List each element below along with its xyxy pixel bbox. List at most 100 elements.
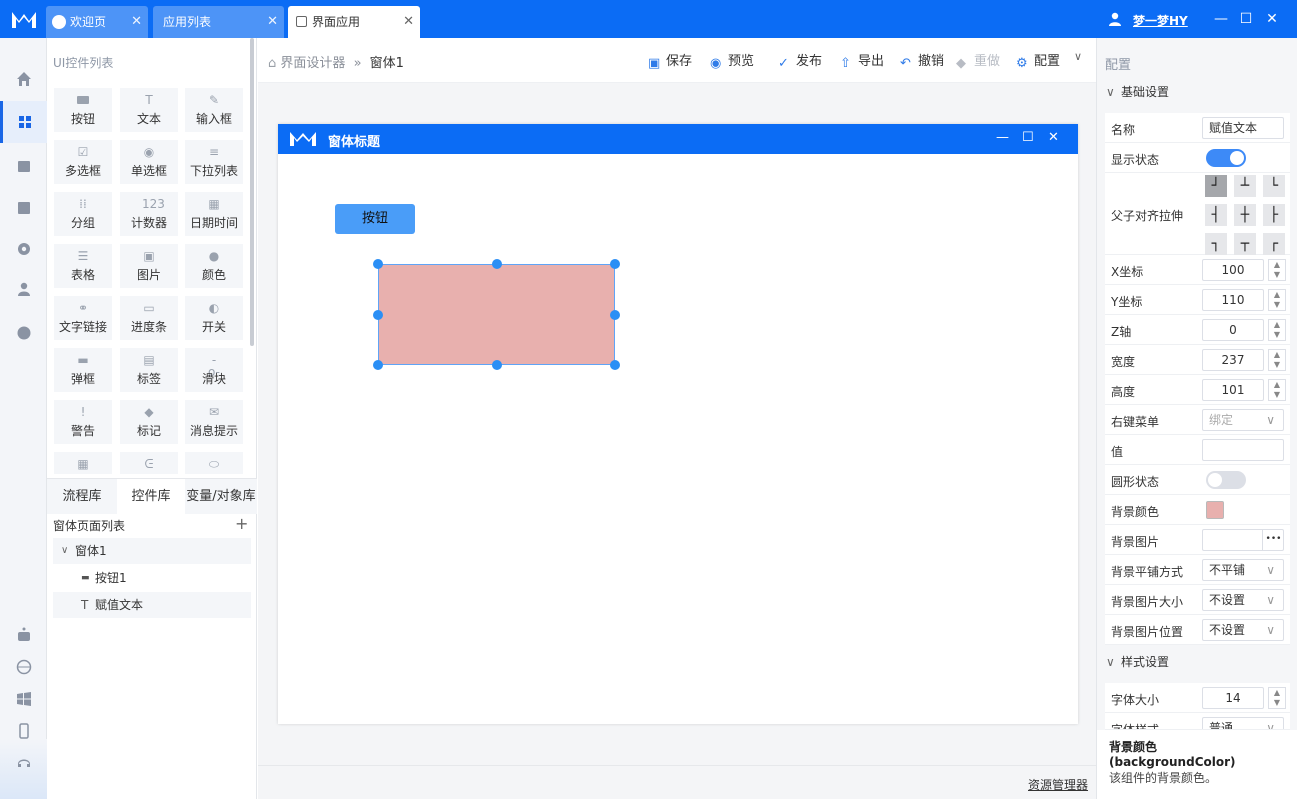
context-menu-select[interactable]: 绑定 ∨: [1202, 409, 1284, 431]
store-nav-button[interactable]: [0, 144, 47, 186]
widget-table-list[interactable]: ☰ 表格: [54, 244, 112, 288]
z-stepper[interactable]: ▲ ▼: [1268, 319, 1286, 341]
maximize-icon[interactable]: ☐: [1238, 11, 1254, 27]
x-stepper[interactable]: ▲ ▼: [1268, 259, 1286, 281]
resize-handle[interactable]: [610, 309, 620, 320]
widget-group-dots[interactable]: ⁞⁞ 分组: [54, 192, 112, 236]
widget-radio[interactable]: ◉ 单选框: [120, 140, 178, 184]
widget-counter-123[interactable]: 123 计数器: [120, 192, 178, 236]
font-size-input[interactable]: 14: [1202, 687, 1264, 709]
apps-nav-button[interactable]: [0, 101, 47, 143]
more-dots-icon[interactable]: •••: [1262, 529, 1284, 551]
close-tab-icon[interactable]: ✕: [403, 6, 414, 38]
task-nav-button[interactable]: [0, 186, 47, 228]
visible-toggle[interactable]: [1206, 149, 1246, 167]
tab-widget-library[interactable]: 控件库: [117, 479, 185, 515]
tab-welcome[interactable]: 欢迎页 ✕: [46, 6, 148, 38]
font-size-stepper[interactable]: ▲ ▼: [1268, 687, 1286, 709]
widget-link[interactable]: ⚭ 文字链接: [54, 296, 112, 340]
resize-handle[interactable]: [373, 309, 383, 320]
form-window[interactable]: 窗体标题 — ☐ ✕ 按钮: [278, 124, 1078, 724]
close-tab-icon[interactable]: ✕: [131, 6, 142, 38]
settings-nav-button[interactable]: [0, 228, 47, 270]
align-cell[interactable]: ┘: [1205, 175, 1227, 197]
export-button[interactable]: ⇧ 导出: [840, 50, 884, 71]
close-tab-icon[interactable]: ✕: [267, 6, 278, 38]
width-input[interactable]: 237: [1202, 349, 1264, 371]
widget-button[interactable]: 按钮: [54, 88, 112, 132]
resize-handle[interactable]: [491, 360, 502, 370]
widget-panel-scrollbar[interactable]: [250, 38, 254, 346]
resize-handle[interactable]: [610, 360, 620, 370]
align-cell[interactable]: ┌: [1263, 233, 1285, 255]
bg-size-select[interactable]: 不设置 ∨: [1202, 589, 1284, 611]
save-button[interactable]: ▣ 保存: [648, 50, 692, 71]
widget-tag[interactable]: ◆ 标记: [120, 400, 178, 444]
close-window-icon[interactable]: ✕: [1264, 11, 1280, 27]
widget-text-T[interactable]: T 文本: [120, 88, 178, 132]
widget-tree[interactable]: ᕮ: [120, 452, 178, 474]
widget-grid[interactable]: ▦: [54, 452, 112, 474]
widget-dialog[interactable]: ▬ 弹框: [54, 348, 112, 392]
resize-handle[interactable]: [373, 360, 383, 370]
bg-repeat-select[interactable]: 不平铺 ∨: [1202, 559, 1284, 581]
resize-handle[interactable]: [373, 259, 383, 269]
bg-position-select[interactable]: 不设置 ∨: [1202, 619, 1284, 641]
widget-label[interactable]: ▤ 标签: [120, 348, 178, 392]
preview-button[interactable]: ◉ 预览: [710, 50, 754, 71]
minimize-icon[interactable]: —: [1213, 11, 1229, 27]
maximize-icon[interactable]: ☐: [1022, 130, 1034, 145]
widget-pen[interactable]: ✎ 输入框: [185, 88, 243, 132]
undo-button[interactable]: ↶ 撤销: [900, 50, 944, 71]
align-cell[interactable]: ├: [1263, 204, 1285, 226]
y-stepper[interactable]: ▲ ▼: [1268, 289, 1286, 311]
widget-calendar[interactable]: ▦ 日期时间: [185, 192, 243, 236]
align-cell[interactable]: ┴: [1234, 175, 1256, 197]
home-icon[interactable]: ⌂: [268, 56, 276, 71]
align-cell[interactable]: ┤: [1205, 204, 1227, 226]
minimize-icon[interactable]: —: [996, 130, 1009, 145]
chevron-down-icon[interactable]: ∨: [1074, 50, 1082, 63]
tree-item-text[interactable]: T 赋值文本: [53, 592, 251, 618]
redo-button[interactable]: ◆ 重做: [956, 50, 1000, 71]
widget-palette[interactable]: ● 颜色: [185, 244, 243, 288]
canvas-text-widget-selected[interactable]: [378, 264, 615, 365]
x-input[interactable]: 100: [1202, 259, 1264, 281]
widget-mouse[interactable]: ⬭: [185, 452, 243, 474]
height-input[interactable]: 101: [1202, 379, 1264, 401]
config-button[interactable]: ⚙ 配置: [1016, 50, 1060, 71]
bg-color-swatch[interactable]: [1206, 501, 1224, 519]
canvas-button-widget[interactable]: 按钮: [335, 204, 415, 234]
align-cell[interactable]: ┐: [1205, 233, 1227, 255]
widget-dropdown-list[interactable]: ≡ 下拉列表: [185, 140, 243, 184]
resize-handle[interactable]: [610, 259, 620, 269]
width-stepper[interactable]: ▲ ▼: [1268, 349, 1286, 371]
support-nav-button[interactable]: [0, 742, 47, 784]
section-basic-settings[interactable]: ∨ 基础设置: [1097, 80, 1297, 104]
height-stepper[interactable]: ▲ ▼: [1268, 379, 1286, 401]
resize-handle[interactable]: [491, 259, 502, 269]
font-style-select[interactable]: 普通 ∨: [1202, 717, 1284, 729]
add-page-button[interactable]: +: [235, 514, 248, 533]
align-cell[interactable]: ┬: [1234, 233, 1256, 255]
widget-mail[interactable]: ✉ 消息提示: [185, 400, 243, 444]
widget-slider[interactable]: -o- 滑块: [185, 348, 243, 392]
align-cell[interactable]: ┼: [1234, 204, 1256, 226]
tab-flow-library[interactable]: 流程库: [47, 479, 117, 515]
widget-warning[interactable]: ! 警告: [54, 400, 112, 444]
y-input[interactable]: 110: [1202, 289, 1264, 311]
widget-checkbox[interactable]: ☑ 多选框: [54, 140, 112, 184]
tab-app-list[interactable]: 应用列表 ✕: [153, 6, 284, 38]
widget-image[interactable]: ▣ 图片: [120, 244, 178, 288]
value-input[interactable]: [1202, 439, 1284, 461]
tab-ui-app[interactable]: 界面应用 ✕: [288, 6, 420, 38]
align-cell[interactable]: └: [1263, 175, 1285, 197]
help-nav-button[interactable]: [0, 312, 47, 354]
widget-progress[interactable]: ▭ 进度条: [120, 296, 178, 340]
publish-button[interactable]: ✓ 发布: [778, 50, 822, 71]
name-input[interactable]: 赋值文本: [1202, 117, 1284, 139]
breadcrumb-root[interactable]: 界面设计器: [280, 56, 345, 71]
z-input[interactable]: 0: [1202, 319, 1264, 341]
resource-manager-link[interactable]: 资源管理器: [1028, 776, 1088, 793]
section-style-settings[interactable]: ∨ 样式设置: [1097, 650, 1297, 674]
